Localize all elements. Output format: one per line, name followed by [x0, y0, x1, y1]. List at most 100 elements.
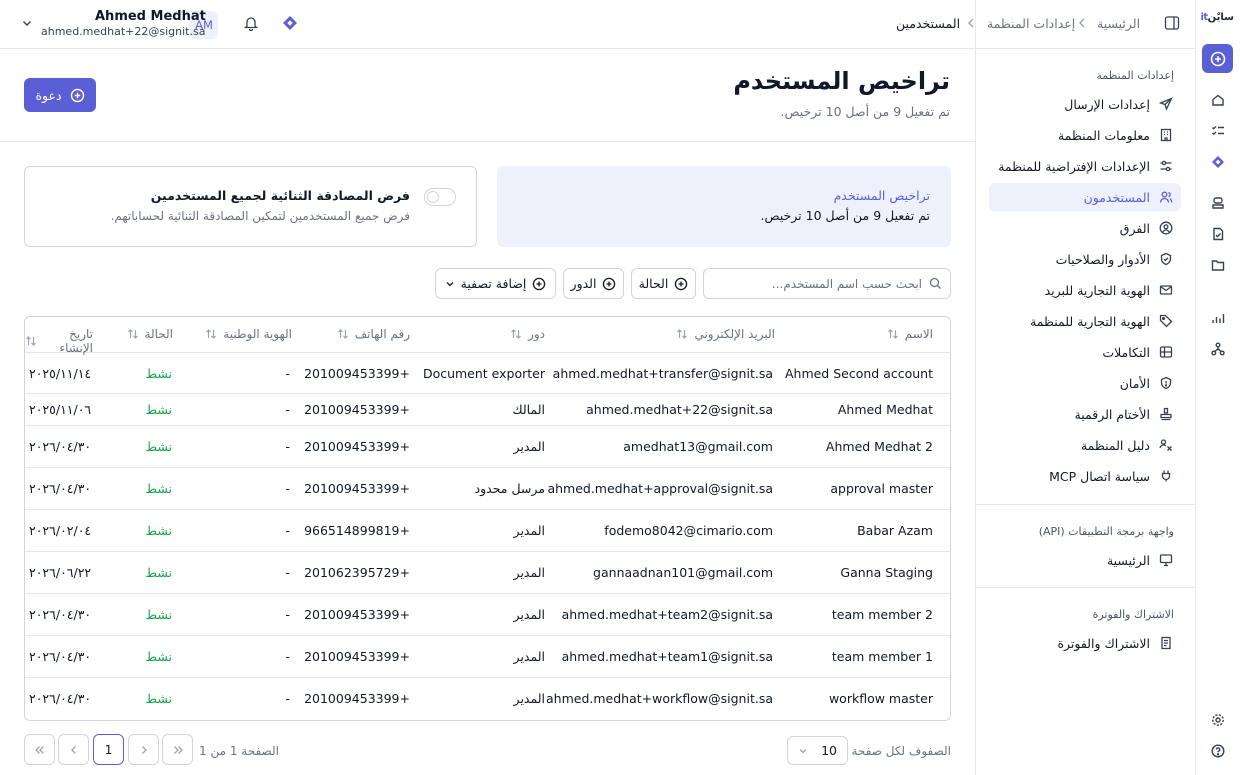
cell-phone: 966514899819+: [304, 523, 410, 538]
sidebar-item-email-branding[interactable]: الهوية التجارية للبريد: [989, 276, 1181, 304]
sort-icon[interactable]: [676, 328, 688, 340]
col-email-header[interactable]: البريد الإلكتروني: [676, 327, 775, 341]
sort-icon[interactable]: [510, 328, 522, 340]
cell-status: نشط: [145, 565, 173, 580]
sidebar-item-integrations[interactable]: التكاملات: [989, 338, 1181, 366]
sidebar-item-label: الأمان: [1119, 375, 1150, 391]
sidebar-item-org-directory[interactable]: دليل المنظمة: [989, 431, 1181, 459]
rail-reports-button[interactable]: [1209, 309, 1227, 327]
cell-status: نشط: [145, 691, 173, 706]
rows-per-page-select[interactable]: 10: [787, 736, 848, 765]
building-icon: [1158, 127, 1174, 143]
table-row[interactable]: workflow master ahmed.medhat+workflow@sig…: [25, 678, 950, 720]
next-page-button[interactable]: [58, 734, 89, 765]
cell-name: team member 2: [831, 607, 933, 622]
mfa-toggle[interactable]: [424, 188, 456, 206]
sidebar-item-api-home[interactable]: الرئيسية: [989, 546, 1181, 574]
notifications-button[interactable]: [243, 15, 259, 31]
brand-logo[interactable]: سايْنit: [1200, 12, 1234, 23]
invite-button[interactable]: دعوة: [24, 78, 96, 112]
sidebar-item-label: الاشتراك والفوترة: [1057, 635, 1150, 651]
table-row[interactable]: Babar Azam fodemo8042@cimario.com المدير 96…: [25, 510, 950, 552]
col-name-header[interactable]: الاسم: [887, 327, 933, 341]
license-card-text: تم تفعيل 9 من أصل 10 ترخيص.: [760, 208, 930, 223]
rail-folders-button[interactable]: [1209, 256, 1227, 274]
page-number-button[interactable]: 1: [93, 734, 124, 765]
sidebar-section-org-title: إعدادات المنظمة: [1096, 69, 1174, 82]
sidebar-item-roles[interactable]: الأدوار والصلاحيات: [989, 245, 1181, 273]
table-row[interactable]: Ganna Staging gannaadnan101@gmail.com المد…: [25, 552, 950, 594]
col-status-header[interactable]: الحالة: [127, 327, 173, 341]
sort-icon[interactable]: [887, 328, 899, 340]
col-national-id-header[interactable]: الهوية الوطنية: [205, 327, 292, 341]
sort-icon[interactable]: [205, 328, 217, 340]
sort-icon[interactable]: [127, 328, 139, 340]
license-card-title: تراخيص المستخدم: [833, 188, 930, 203]
sidebar-toggle-button[interactable]: [1164, 15, 1180, 31]
add-filter-button[interactable]: إضافة تصفية: [435, 268, 556, 299]
diamond-icon: [283, 16, 297, 30]
col-created-header[interactable]: تاريخ الإنشاء: [25, 327, 93, 355]
sidebar-item-default-settings[interactable]: الإعدادات الإفتراضية للمنظمة: [989, 152, 1181, 180]
team-icon: [1158, 220, 1174, 236]
sidebar-item-digital-seals[interactable]: الأختام الرقمية: [989, 400, 1181, 428]
sidebar-item-billing[interactable]: الاشتراك والفوترة: [989, 629, 1181, 657]
cell-name: Ahmed Second account: [784, 366, 933, 381]
rail-stamp-button[interactable]: [1209, 194, 1227, 212]
last-page-button[interactable]: [24, 734, 55, 765]
table-row[interactable]: Ahmed Second account ahmed.medhat+transfe…: [25, 353, 950, 394]
gear-icon: [1212, 714, 1224, 726]
brand-mark: it: [1200, 12, 1208, 23]
col-role-header[interactable]: دور: [510, 327, 545, 341]
rail-tasks-button[interactable]: [1209, 122, 1227, 140]
cell-role: مرسل محدود: [474, 481, 545, 496]
sidebar-item-org-branding[interactable]: الهوية التجارية للمنظمة: [989, 307, 1181, 335]
breadcrumb-org-settings[interactable]: إعدادات المنظمة: [987, 16, 1075, 31]
sidebar-item-security[interactable]: الأمان: [989, 369, 1181, 397]
sidebar-item-users[interactable]: المستخدمون: [989, 183, 1181, 211]
document-check-icon: [1213, 227, 1224, 241]
plus-circle-icon: [674, 277, 688, 291]
column-label: الاسم: [904, 327, 933, 341]
table-row[interactable]: approval master ahmed.medhat+approval@sig…: [25, 468, 950, 510]
table-row[interactable]: Ahmed Medhat ahmed.medhat+22@signit.sa الم…: [25, 394, 950, 426]
role-filter-button[interactable]: الدور: [563, 268, 624, 299]
license-summary-card: تراخيص المستخدم تم تفعيل 9 من أصل 10 ترخ…: [497, 166, 951, 247]
table-row[interactable]: team member 1 ahmed.medhat+team1@signit.s…: [25, 636, 950, 678]
rail-home-button[interactable]: [1209, 91, 1227, 109]
sidebar-item-org-info[interactable]: معلومات المنظمة: [989, 121, 1181, 149]
rail-documents-button[interactable]: [1209, 225, 1227, 243]
previous-page-button[interactable]: [128, 734, 159, 765]
sidebar-item-mcp-policy[interactable]: سياسة اتصال MCP: [989, 462, 1181, 490]
new-document-button[interactable]: [1202, 44, 1233, 73]
cell-created: ٢٠٢٥/١١/٠٦: [29, 402, 92, 417]
sidebar-item-send-settings[interactable]: إعدادات الإرسال: [989, 90, 1181, 118]
sort-icon[interactable]: [25, 335, 37, 347]
user-menu-chevron-down-icon[interactable]: [21, 17, 33, 29]
rail-help-button[interactable]: [1209, 742, 1227, 760]
cell-national-id: -: [285, 691, 290, 706]
status-filter-label: الحالة: [638, 276, 669, 291]
cell-phone: 201009453399+: [304, 439, 410, 454]
chevron-down-icon: [445, 279, 455, 289]
cell-status: نشط: [145, 366, 173, 381]
status-filter-button[interactable]: الحالة: [631, 268, 696, 299]
table-row[interactable]: Ahmed Medhat 2 amedhat13@gmail.com المدير 2…: [25, 426, 950, 468]
breadcrumb-home[interactable]: الرئيسية: [1097, 16, 1140, 31]
search-box: [703, 268, 951, 299]
cell-phone: 201009453399+: [304, 402, 410, 417]
sort-icon[interactable]: [337, 328, 349, 340]
cell-national-id: -: [285, 607, 290, 622]
col-phone-header[interactable]: رقم الهاتف: [337, 327, 410, 341]
cell-national-id: -: [285, 565, 290, 580]
search-input[interactable]: [712, 269, 922, 298]
table-row[interactable]: team member 2 ahmed.medhat+team2@signit.s…: [25, 594, 950, 636]
ai-assistant-button[interactable]: [282, 15, 298, 31]
sidebar-divider: [975, 587, 1195, 588]
rail-ai-button[interactable]: [1209, 153, 1227, 171]
first-page-button[interactable]: [162, 734, 193, 765]
rail-settings-button[interactable]: [1209, 711, 1227, 729]
rail-workflow-button[interactable]: [1209, 340, 1227, 358]
sidebar-item-teams[interactable]: الفرق: [989, 214, 1181, 242]
cell-role: المدير: [513, 565, 545, 580]
